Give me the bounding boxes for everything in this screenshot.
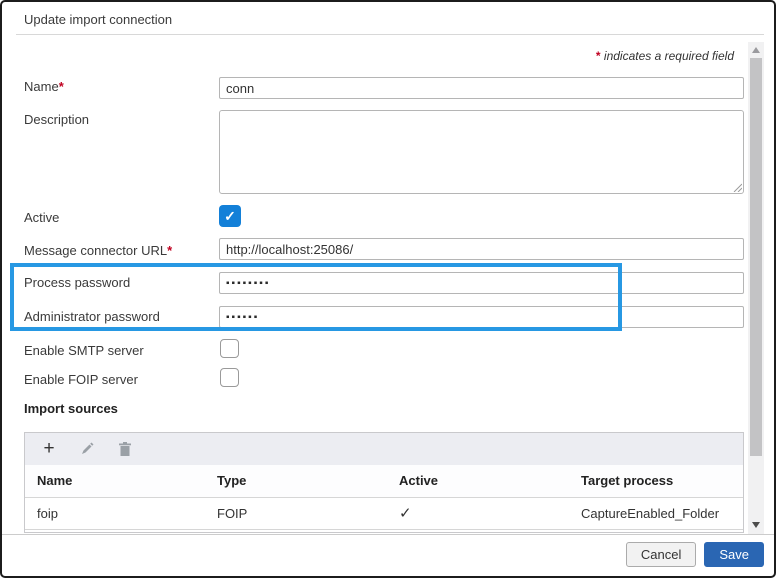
scroll-up-icon[interactable] [752, 47, 760, 53]
name-label: Name* [24, 79, 64, 94]
title-divider [16, 34, 764, 35]
cell-name: foip [25, 497, 205, 529]
name-required-asterisk: * [59, 79, 64, 94]
description-textarea[interactable] [219, 110, 744, 194]
cell-type: FOIP [205, 497, 387, 529]
add-button[interactable]: + [41, 441, 57, 457]
import-sources-toolbar: + [25, 433, 743, 465]
trash-icon [118, 442, 132, 457]
column-header-target-process: Target process [569, 465, 743, 497]
table-row-partial [25, 529, 743, 533]
scrollbar-thumb[interactable] [750, 58, 762, 456]
name-input[interactable] [219, 77, 744, 99]
required-field-note: * indicates a required field [596, 49, 734, 63]
description-label: Description [24, 112, 89, 127]
checkmark-icon: ✓ [224, 208, 236, 225]
plus-icon: + [43, 442, 54, 456]
column-header-active: Active [387, 465, 569, 497]
scroll-down-icon[interactable] [752, 522, 760, 528]
active-label: Active [24, 210, 59, 225]
admin-password-input[interactable] [219, 306, 744, 328]
message-connector-url-input[interactable] [219, 238, 744, 260]
footer-actions: Cancel Save [626, 542, 764, 567]
pencil-icon [79, 441, 95, 457]
admin-password-label: Administrator password [24, 309, 160, 324]
import-sources-panel: + Name Type Active [24, 432, 744, 533]
save-button[interactable]: Save [704, 542, 764, 567]
required-note-text: indicates a required field [601, 49, 734, 63]
edit-button[interactable] [79, 441, 95, 457]
active-checkbox[interactable]: ✓ [219, 205, 241, 227]
dialog-title: Update import connection [24, 12, 172, 27]
import-sources-table: Name Type Active Target process foip FOI… [25, 465, 743, 533]
cell-target-process: CaptureEnabled_Folder [569, 497, 743, 529]
url-required-asterisk: * [167, 243, 172, 258]
cancel-button[interactable]: Cancel [626, 542, 696, 567]
foip-checkbox[interactable] [220, 368, 239, 387]
vertical-scrollbar[interactable] [748, 42, 764, 534]
url-label: Message connector URL* [24, 243, 172, 258]
update-import-connection-dialog: Update import connection * indicates a r… [0, 0, 776, 578]
process-password-label: Process password [24, 275, 130, 290]
cell-active-checkmark: ✓ [387, 497, 569, 529]
import-sources-heading: Import sources [24, 401, 118, 416]
foip-label: Enable FOIP server [24, 372, 138, 387]
smtp-checkbox[interactable] [220, 339, 239, 358]
smtp-label: Enable SMTP server [24, 343, 144, 358]
table-header-row: Name Type Active Target process [25, 465, 743, 497]
delete-button[interactable] [117, 441, 133, 457]
process-password-input[interactable] [219, 272, 744, 294]
column-header-name: Name [25, 465, 205, 497]
table-row[interactable]: foip FOIP ✓ CaptureEnabled_Folder [25, 497, 743, 529]
footer-divider [2, 534, 774, 535]
column-header-type: Type [205, 465, 387, 497]
